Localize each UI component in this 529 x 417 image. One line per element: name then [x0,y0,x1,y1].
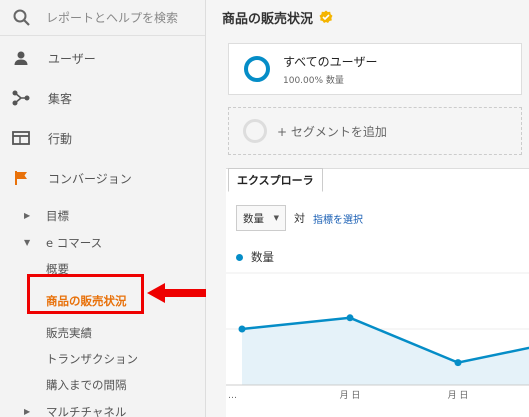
series-area [242,317,529,385]
page-title: 商品の販売状況 [206,0,529,34]
caret-right-icon: ▶ [24,407,31,416]
nav-acquisition-label: 集客 [48,91,73,106]
nav-conversions-label: コンバージョン [48,171,132,186]
add-segment-label: + セグメントを追加 [277,124,387,139]
window-icon [12,129,30,147]
nav-behavior[interactable]: 行動 [0,118,205,158]
add-segment-button[interactable]: + セグメントを追加 [228,107,522,155]
x-tick-label: 月 日 [448,390,469,401]
metric-select[interactable]: 数量 ▼ [236,205,286,231]
page-title-text: 商品の販売状況 [222,11,314,27]
flag-icon [12,169,30,187]
sidebar: レポートとヘルプを検索 ユーザー 集客 行動 コンバージョン ▶ 目標 ▼ e … [0,0,206,417]
metric-controls: 数量 ▼ 対 指標を選択 [236,205,363,231]
data-point[interactable] [238,325,246,333]
segment-ring-icon [244,56,270,82]
branch-icon [12,89,30,107]
series-dot-icon [236,253,243,261]
nav-behavior-label: 行動 [48,131,73,146]
dropdown-arrow-icon: ▼ [273,214,279,222]
caret-down-icon: ▼ [24,238,31,247]
nav-goals-label: 目標 [46,208,69,223]
empty-ring-icon [243,119,267,143]
chart-legend: 数量 [236,249,274,265]
nav-multichannel[interactable]: ▶ マルチチャネル [0,398,205,417]
pick-metric-link[interactable]: 指標を選択 [313,211,363,226]
data-point[interactable] [454,359,462,367]
metric-select-value: 数量 [243,212,264,225]
highlight-box [27,274,144,314]
segment-card[interactable]: すべてのユーザー 100.00% 数量 [228,43,522,95]
person-icon [12,49,30,67]
tab-explorer[interactable]: エクスプローラ [228,168,323,192]
nav-multichannel-label: マルチチャネル [46,404,127,417]
segment-name: すべてのユーザー [283,54,378,69]
search-icon [13,9,30,26]
nav-users-label: ユーザー [48,51,96,66]
nav-acquisition[interactable]: 集客 [0,78,205,118]
verified-check-icon [319,10,333,23]
nav-ecommerce-label: e コマース [46,235,103,250]
main-content: 商品の販売状況 すべてのユーザー 100.00% 数量 + セグメントを追加 エ… [206,0,529,417]
line-chart: … 月 日 月 日 [226,272,529,401]
segment-share: 100.00% 数量 [283,75,344,86]
nav-transactions[interactable]: トランザクション [0,346,205,372]
caret-right-icon: ▶ [24,211,31,220]
nav-conversions[interactable]: コンバージョン [0,158,205,198]
vs-label: 対 [294,212,305,225]
nav-goals[interactable]: ▶ 目標 [0,202,205,229]
x-tick-label: … [228,391,237,401]
x-tick-label: 月 日 [340,390,361,401]
data-point[interactable] [346,314,354,322]
nav-sales-performance[interactable]: 販売実績 [0,320,205,346]
nav-time-to-purchase[interactable]: 購入までの間隔 [0,372,205,398]
search-placeholder: レポートとヘルプを検索 [46,11,179,25]
nav-ecommerce[interactable]: ▼ e コマース [0,229,205,256]
nav-users[interactable]: ユーザー [0,38,205,78]
search-bar[interactable]: レポートとヘルプを検索 [0,0,205,36]
explorer-panel: エクスプローラ 数量 ▼ 対 指標を選択 数量 … 月 日 月 日 [226,168,529,417]
legend-label: 数量 [251,250,274,264]
